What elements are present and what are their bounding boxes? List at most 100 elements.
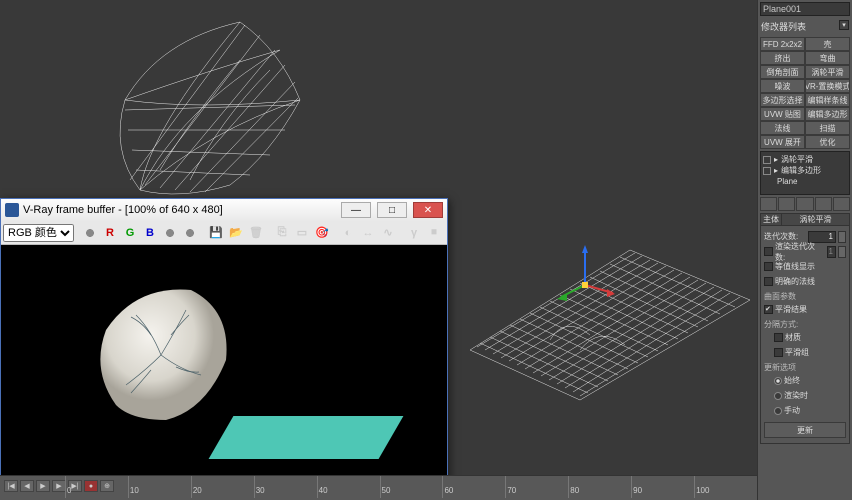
timeline-tick: 70 (505, 476, 568, 498)
stop-render-icon[interactable]: ⏹ (424, 223, 444, 243)
stack-eye-icon[interactable] (763, 156, 771, 164)
vray-app-icon (5, 203, 19, 217)
smoothgroup-label: 平滑组 (785, 347, 809, 358)
timeline-tick: 20 (191, 476, 254, 498)
mod-vray-displace[interactable]: VR-置换模式 (805, 79, 850, 93)
timeline-tick: 10 (128, 476, 191, 498)
color-correct-icon[interactable]: ◐ (338, 223, 358, 243)
spinner-up-icon[interactable] (838, 246, 846, 258)
explicit-normals-checkbox[interactable] (764, 277, 773, 286)
unique-icon[interactable] (796, 197, 813, 211)
region-icon[interactable]: ▭ (292, 223, 312, 243)
render-iter-spinner[interactable]: 1 (827, 246, 836, 258)
stack-item-plane[interactable]: Plane (777, 177, 797, 186)
timeline[interactable]: |◀ ◀ ▶ ▶ ▶| ● ⊕ 0 10 20 30 40 50 60 70 8… (0, 475, 757, 500)
mod-extrude[interactable]: 挤出 (760, 51, 805, 65)
mod-shell[interactable]: 壳 (805, 37, 850, 51)
timeline-tick: 40 (317, 476, 380, 498)
vfb-titlebar[interactable]: V-Ray frame buffer - [100% of 640 x 480]… (1, 199, 447, 221)
smooth-result-checkbox[interactable] (764, 305, 773, 314)
levels-icon[interactable]: ↔ (358, 223, 378, 243)
close-button[interactable]: ✕ (413, 202, 443, 218)
mod-bevel-profile[interactable]: 倒角剖面 (760, 65, 805, 79)
timeline-tick: 60 (442, 476, 505, 498)
mod-edit-spline[interactable]: 编辑样条线 (805, 93, 850, 107)
save-image-icon[interactable]: 💾 (206, 223, 226, 243)
object-name-field[interactable]: Plane001 (760, 2, 850, 16)
timeline-tick: 0 (65, 476, 128, 498)
minimize-button[interactable]: — (341, 202, 371, 218)
timeline-tick: 80 (568, 476, 631, 498)
remove-mod-icon[interactable] (815, 197, 832, 211)
spinner-up-icon[interactable] (838, 231, 846, 243)
curve-icon[interactable]: ∿ (378, 223, 398, 243)
render-iter-checkbox[interactable] (764, 247, 773, 256)
rgb-toggle-icon[interactable] (80, 223, 100, 243)
modifier-stack[interactable]: ▸涡轮平滑 ▸编辑多边形 Plane (760, 151, 850, 195)
update-render-radio[interactable] (774, 392, 782, 400)
stack-tools (760, 197, 850, 211)
prev-frame-icon[interactable]: ◀ (20, 480, 34, 492)
separator-head: 分隔方式: (764, 319, 846, 330)
smooth-result-label: 平滑结果 (775, 304, 807, 315)
rollout-turbosmooth-header[interactable]: 涡轮平滑 (782, 213, 850, 226)
vfb-render-viewport[interactable] (1, 245, 447, 477)
show-end-icon[interactable] (778, 197, 795, 211)
smoothgroup-checkbox[interactable] (774, 348, 783, 357)
mod-ffd[interactable]: FFD 2x2x2 (760, 37, 805, 51)
clear-image-icon[interactable]: 🗑 (246, 223, 266, 243)
update-always-radio[interactable] (774, 377, 782, 385)
update-button[interactable]: 更新 (764, 422, 846, 438)
mod-polyselect[interactable]: 多边形选择 (760, 93, 805, 107)
mod-bend[interactable]: 弯曲 (805, 51, 850, 65)
next-frame-icon[interactable]: ▶ (52, 480, 66, 492)
stack-eye-icon[interactable] (763, 167, 771, 175)
material-checkbox[interactable] (774, 333, 783, 342)
main-tab[interactable]: 主体 (760, 213, 782, 226)
configure-icon[interactable] (833, 197, 850, 211)
isoline-checkbox[interactable] (764, 262, 773, 271)
track-mouse-icon[interactable]: 🎯 (312, 223, 332, 243)
load-image-icon[interactable]: 📂 (226, 223, 246, 243)
blue-channel-button[interactable]: B (140, 223, 160, 243)
stack-item-editpoly[interactable]: 编辑多边形 (781, 165, 821, 176)
channel-select[interactable]: RGB 颜色 (3, 224, 74, 242)
goto-start-icon[interactable]: |◀ (4, 480, 18, 492)
timeline-tick: 100 (694, 476, 757, 498)
render-iter-label: 渲染迭代次数: (775, 241, 825, 263)
mod-turbosmooth[interactable]: 涡轮平滑 (805, 65, 850, 79)
timeline-tick: 30 (254, 476, 317, 498)
mod-noise[interactable]: 噪波 (760, 79, 805, 93)
explicit-normals-label: 明确的法线 (775, 276, 815, 287)
modifier-list-label: 修改器列表 ▾ (758, 18, 852, 35)
mod-edit-poly[interactable]: 编辑多边形 (805, 107, 850, 121)
alpha-channel-button[interactable] (160, 223, 180, 243)
red-channel-button[interactable]: R (100, 223, 120, 243)
srgb-icon[interactable]: γ (404, 223, 424, 243)
green-channel-button[interactable]: G (120, 223, 140, 243)
pin-stack-icon[interactable] (760, 197, 777, 211)
play-icon[interactable]: ▶ (36, 480, 50, 492)
mod-normal[interactable]: 法线 (760, 121, 805, 135)
vray-frame-buffer-window[interactable]: V-Ray frame buffer - [100% of 640 x 480]… (0, 198, 448, 500)
mod-sweep[interactable]: 扫描 (805, 121, 850, 135)
vfb-toolbar: RGB 颜色 R G B 💾 📂 🗑 ⎘ ▭ 🎯 ◐ ↔ ∿ γ ⏹ (1, 221, 447, 245)
clone-icon[interactable]: ⎘ (272, 223, 292, 243)
timeline-tick: 50 (380, 476, 443, 498)
modifier-list-dropdown-icon[interactable]: ▾ (839, 20, 849, 30)
mod-optimize[interactable]: 优化 (805, 135, 850, 149)
mono-channel-button[interactable] (180, 223, 200, 243)
transform-gizmo[interactable] (555, 245, 615, 305)
mod-uvw-map[interactable]: UVW 贴图 (760, 107, 805, 121)
maximize-button[interactable]: □ (377, 202, 407, 218)
mod-uvw-unwrap[interactable]: UVW 展开 (760, 135, 805, 149)
stack-item-turbosmooth[interactable]: 涡轮平滑 (781, 154, 813, 165)
update-manual-radio[interactable] (774, 407, 782, 415)
surface-params-head: 曲面参数 (764, 291, 846, 302)
wireframe-cushion-mesh[interactable] (70, 10, 330, 210)
modifier-button-grid: FFD 2x2x2 壳 挤出 弯曲 倒角剖面 涡轮平滑 噪波 VR-置换模式 多… (760, 37, 850, 149)
rollout-turbosmooth: 迭代次数: 1 渲染迭代次数: 1 等值线显示 明确的法线 曲面参数 平滑结果 … (760, 226, 850, 444)
update-options-head: 更新选项 (764, 362, 846, 373)
timeline-ruler[interactable]: 0 10 20 30 40 50 60 70 80 90 100 (65, 476, 757, 498)
rendered-plane (209, 416, 404, 459)
